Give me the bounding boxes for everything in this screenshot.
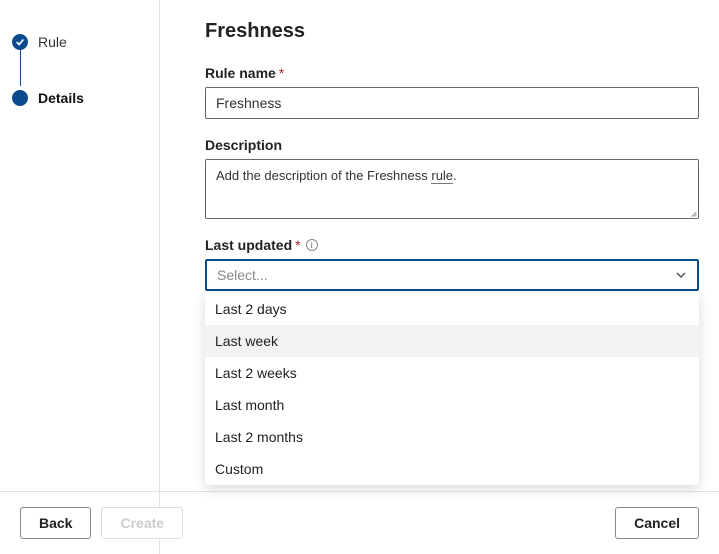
required-marker: * [279,65,284,81]
step-label: Details [38,90,84,106]
chevron-down-icon [675,269,687,281]
footer-bar: Back Create Cancel [0,491,719,554]
cancel-button[interactable]: Cancel [615,507,699,539]
info-icon[interactable]: i [306,239,318,251]
option-last-week[interactable]: Last week [205,325,699,357]
description-input[interactable]: Add the description of the Freshness rul… [205,159,699,219]
last-updated-select[interactable]: Select... [205,259,699,291]
option-last-2-days[interactable]: Last 2 days [205,293,699,325]
check-icon [12,34,28,50]
main-panel: Freshness Rule name * Description Add th… [160,0,719,554]
description-label: Description [205,137,699,153]
rule-name-input[interactable] [205,87,699,119]
back-button[interactable]: Back [20,507,91,539]
select-placeholder: Select... [217,267,268,283]
last-updated-dropdown-list: Last 2 days Last week Last 2 weeks Last … [205,293,699,485]
footer-left: Back Create [20,507,183,539]
circle-icon [12,90,28,106]
wizard-sidebar: Rule Details [0,0,160,554]
option-last-2-weeks[interactable]: Last 2 weeks [205,357,699,389]
step-list: Rule Details [12,30,147,110]
last-updated-label: Last updated * i [205,237,699,253]
step-rule[interactable]: Rule [12,30,147,54]
last-updated-dropdown-container: Select... Last 2 days Last week Last 2 w… [205,259,699,291]
create-button: Create [101,507,183,539]
required-marker: * [295,237,300,253]
step-connector [20,48,22,86]
resize-handle-icon[interactable] [687,207,697,217]
option-last-2-months[interactable]: Last 2 months [205,421,699,453]
option-last-month[interactable]: Last month [205,389,699,421]
step-label: Rule [38,34,67,50]
option-custom[interactable]: Custom [205,453,699,485]
rule-name-label: Rule name * [205,65,699,81]
step-details[interactable]: Details [12,86,147,110]
page-title: Freshness [205,20,699,43]
